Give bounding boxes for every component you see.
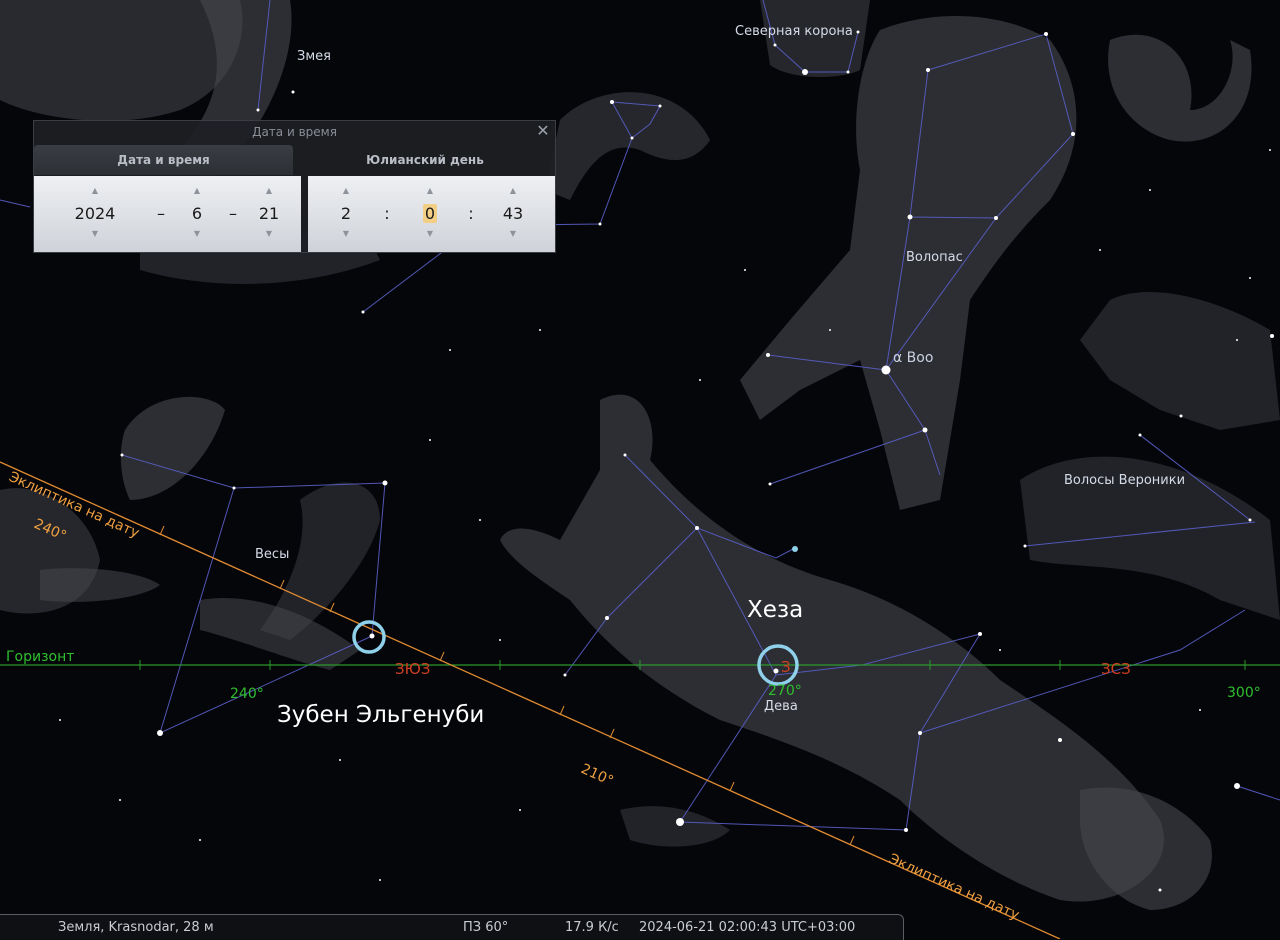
hour-spinner[interactable]: ▲ 2 ▼ bbox=[332, 176, 360, 252]
status-fps: 17.9 К/с bbox=[565, 920, 619, 935]
cardinal-wsw: ЗЮЗ bbox=[395, 660, 430, 678]
tab-date-time[interactable]: Дата и время bbox=[34, 145, 293, 175]
minute-value[interactable]: 0 bbox=[416, 203, 444, 225]
horizon-label: Горизонт bbox=[6, 649, 74, 665]
chevron-down-icon[interactable]: ▼ bbox=[254, 229, 284, 238]
date-separator: – bbox=[229, 204, 237, 223]
time-separator: : bbox=[384, 204, 390, 223]
label-libra: Весы bbox=[255, 547, 289, 562]
day-value[interactable]: 21 bbox=[254, 203, 284, 225]
status-bar: Земля, Krasnodar, 28 м ПЗ 60° 17.9 К/с 2… bbox=[0, 914, 904, 940]
hour-value[interactable]: 2 bbox=[332, 203, 360, 225]
chevron-up-icon[interactable]: ▲ bbox=[62, 186, 128, 195]
date-panel: ▲ 2024 ▼ – ▲ 6 ▼ – ▲ 21 ▼ bbox=[34, 176, 301, 252]
chevron-up-icon[interactable]: ▲ bbox=[332, 186, 360, 195]
dialog-title[interactable]: Дата и время bbox=[34, 121, 555, 143]
label-zuben: Зубен Эльгенуби bbox=[277, 702, 484, 728]
chevron-up-icon[interactable]: ▲ bbox=[416, 186, 444, 195]
month-spinner[interactable]: ▲ 6 ▼ bbox=[182, 176, 212, 252]
cardinal-wnw: ЗСЗ bbox=[1101, 660, 1131, 678]
chevron-down-icon[interactable]: ▼ bbox=[332, 229, 360, 238]
label-serpens: Змея bbox=[297, 49, 331, 64]
chevron-down-icon[interactable]: ▼ bbox=[416, 229, 444, 238]
label-corona-borealis: Северная корона bbox=[735, 24, 853, 39]
cardinal-west: З bbox=[781, 658, 791, 676]
time-panel: ▲ 2 ▼ : ▲ 0 ▼ : ▲ 43 ▼ bbox=[308, 176, 555, 252]
second-spinner[interactable]: ▲ 43 ▼ bbox=[498, 176, 528, 252]
horizon-deg-240: 240° bbox=[230, 686, 264, 702]
year-spinner[interactable]: ▲ 2024 ▼ bbox=[62, 176, 128, 252]
chevron-down-icon[interactable]: ▼ bbox=[62, 229, 128, 238]
status-datetime[interactable]: 2024-06-21 02:00:43 UTC+03:00 bbox=[639, 920, 855, 935]
second-value[interactable]: 43 bbox=[498, 203, 528, 225]
date-separator: – bbox=[157, 204, 165, 223]
chevron-up-icon[interactable]: ▲ bbox=[182, 186, 212, 195]
day-spinner[interactable]: ▲ 21 ▼ bbox=[254, 176, 284, 252]
minute-value-text[interactable]: 0 bbox=[422, 204, 438, 223]
time-separator: : bbox=[468, 204, 474, 223]
label-alpha-boo: α Boo bbox=[893, 350, 933, 366]
chevron-down-icon[interactable]: ▼ bbox=[182, 229, 212, 238]
tab-julian-day[interactable]: Юлианский день bbox=[295, 145, 555, 175]
label-heze: Хеза bbox=[747, 597, 803, 623]
date-time-dialog[interactable]: Дата и время ✕ Дата и время Юлианский де… bbox=[33, 120, 556, 253]
close-icon[interactable]: ✕ bbox=[535, 123, 551, 139]
chevron-up-icon[interactable]: ▲ bbox=[498, 186, 528, 195]
label-coma-berenices: Волосы Вероники bbox=[1064, 473, 1185, 488]
chevron-down-icon[interactable]: ▼ bbox=[498, 229, 528, 238]
status-fov: ПЗ 60° bbox=[463, 920, 509, 935]
horizon-deg-300: 300° bbox=[1227, 685, 1261, 701]
label-bootes: Волопас bbox=[906, 250, 963, 265]
status-location[interactable]: Земля, Krasnodar, 28 м bbox=[58, 920, 214, 935]
chevron-up-icon[interactable]: ▲ bbox=[254, 186, 284, 195]
horizon-deg-270: 270° bbox=[768, 683, 802, 699]
year-value[interactable]: 2024 bbox=[62, 203, 128, 225]
month-value[interactable]: 6 bbox=[182, 203, 212, 225]
label-virgo: Дева bbox=[764, 699, 798, 714]
minute-spinner[interactable]: ▲ 0 ▼ bbox=[416, 176, 444, 252]
